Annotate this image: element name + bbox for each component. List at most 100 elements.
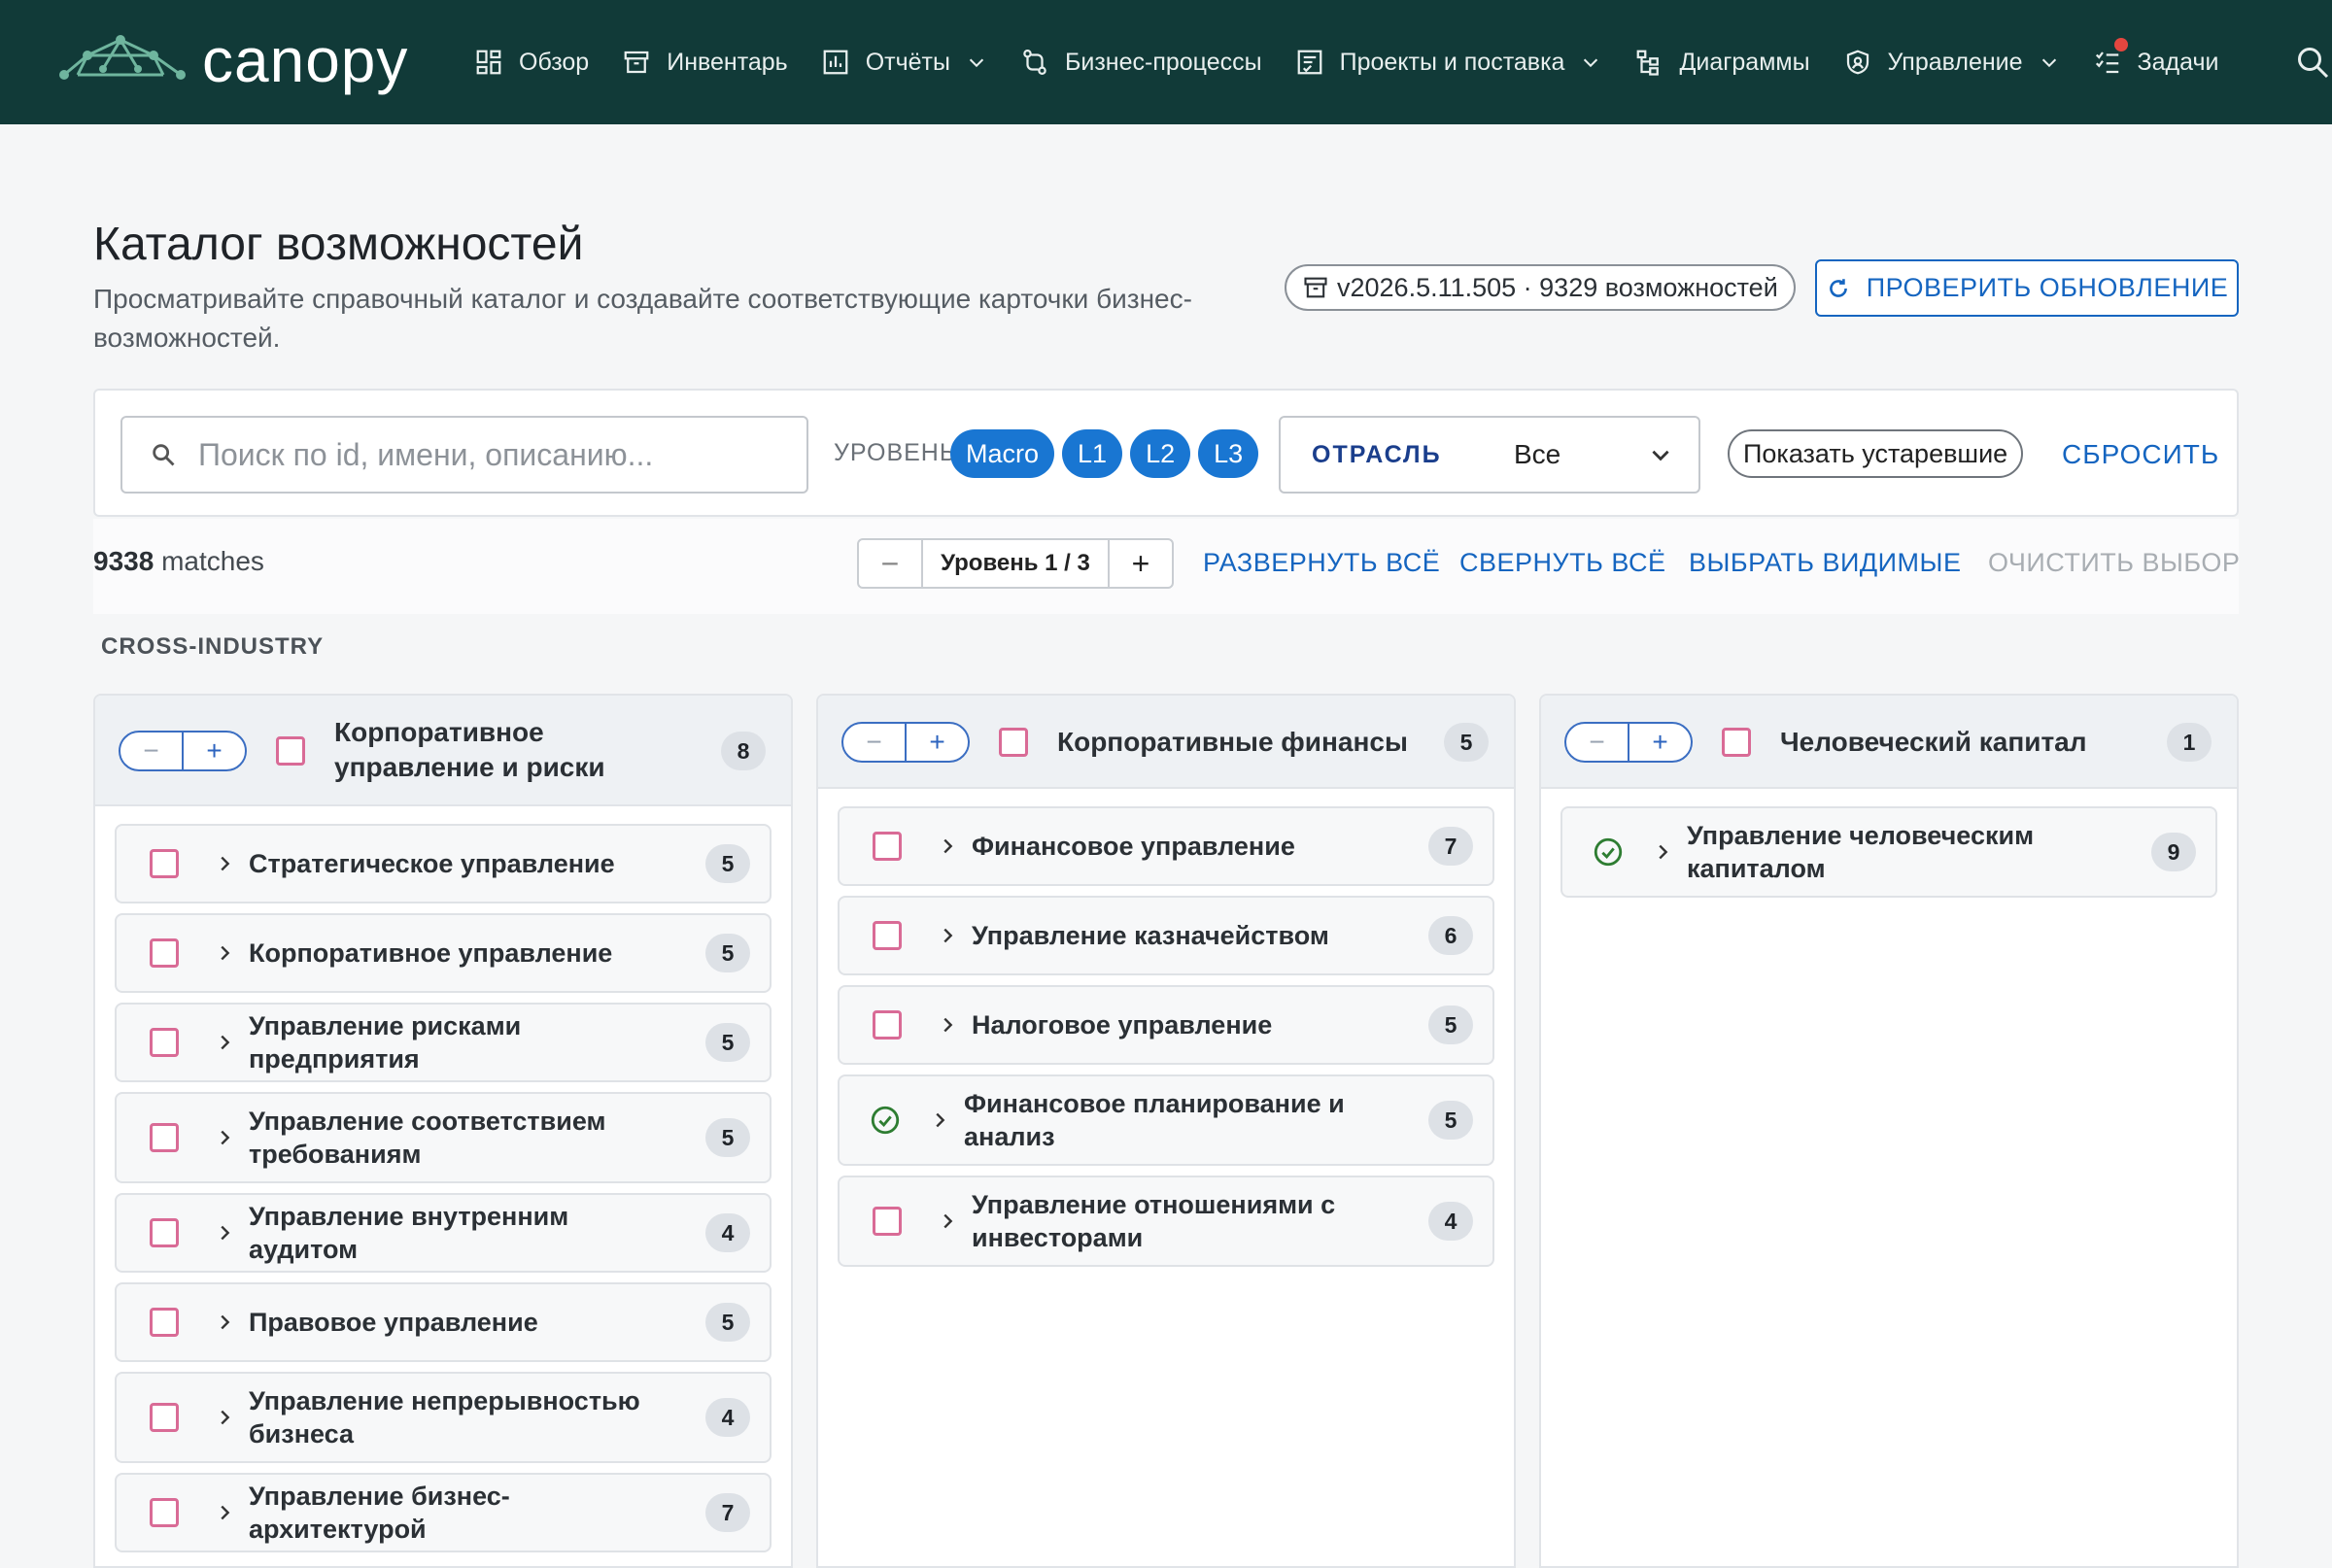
capability-row[interactable]: Корпоративное управление 5 [115,913,772,993]
nav-tasks[interactable]: Задачи [2093,38,2219,77]
capability-row[interactable]: Управление рисками предприятия 5 [115,1003,772,1082]
collapse-button[interactable]: − [1566,724,1629,761]
level-chip-macro[interactable]: Macro [950,429,1055,478]
chevron-right-icon[interactable] [1652,841,1673,863]
row-checkbox[interactable] [150,1123,179,1152]
capability-row[interactable]: Управление непрерывностью бизнеса 4 [115,1372,772,1463]
nav-inventory[interactable]: Инвентарь [622,48,788,77]
row-checkbox[interactable] [150,1403,179,1432]
catalog-search[interactable] [120,416,808,494]
catalog-version-badge: v2026.5.11.505 · 9329 возможностей [1285,264,1796,311]
reset-filters-link[interactable]: СБРОСИТЬ [2062,439,2219,470]
top-navbar: canopy Обзор Инвентарь Отчёты Бизнес-про… [0,0,2332,124]
chevron-right-icon[interactable] [937,1014,958,1036]
expand-button[interactable]: + [184,733,245,769]
row-label: Финансовое управление [972,832,1295,861]
capability-row[interactable]: Управление соответствием требованиям 5 [115,1092,772,1183]
count-badge: 5 [705,934,750,972]
row-checkbox[interactable] [873,1010,902,1040]
nav-overview[interactable]: Обзор [474,48,589,77]
count-badge: 6 [1428,916,1473,955]
level-increase-button[interactable]: + [1110,540,1172,587]
capability-row[interactable]: Стратегическое управление 5 [115,824,772,903]
nav-business-processes[interactable]: Бизнес-процессы [1020,48,1262,77]
check-circle-icon[interactable] [1592,835,1625,869]
search-input[interactable] [198,436,781,473]
count-badge: 4 [705,1398,750,1437]
capability-row[interactable]: Управление отношениями с инвесторами 4 [838,1176,1494,1267]
chevron-right-icon[interactable] [937,835,958,857]
capability-row[interactable]: Налоговое управление 5 [838,985,1494,1065]
expand-all-link[interactable]: РАЗВЕРНУТЬ ВСЁ [1203,548,1440,578]
industry-select[interactable]: ОТРАСЛЬ Все [1279,416,1700,494]
level-decrease-button[interactable]: − [859,540,921,587]
row-checkbox[interactable] [150,849,179,878]
logo-text: canopy [202,25,409,95]
row-checkbox[interactable] [873,921,902,950]
collapse-button[interactable]: − [120,733,184,769]
row-checkbox[interactable] [150,1028,179,1057]
expand-button[interactable]: + [1629,724,1691,761]
row-checkbox[interactable] [150,1218,179,1247]
chevron-right-icon[interactable] [214,1222,235,1244]
row-label: Управление внутренним аудитом [249,1202,569,1264]
capability-row[interactable]: Финансовое управление 7 [838,806,1494,886]
select-visible-link[interactable]: ВЫБРАТЬ ВИДИМЫЕ [1689,548,1961,578]
nav-reports[interactable]: Отчёты [821,48,987,77]
level-chip-l2[interactable]: L2 [1130,429,1191,478]
nav-projects[interactable]: Проекты и поставка [1295,48,1602,77]
nav-label: Бизнес-процессы [1064,48,1262,76]
capability-row[interactable]: Управление бизнес-архитектурой 7 [115,1473,772,1552]
capability-row[interactable]: Правовое управление 5 [115,1282,772,1362]
chevron-right-icon[interactable] [937,925,958,946]
row-checkbox[interactable] [873,832,902,861]
logo[interactable]: canopy [58,29,408,91]
level-stepper-value: Уровень 1 / 3 [921,540,1110,587]
show-obsolete-toggle[interactable]: Показать устаревшие [1728,429,2024,478]
page-title: Каталог возможностей [93,219,584,270]
level-chips: Macro L1 L2 L3 [950,429,1266,478]
row-checkbox[interactable] [150,1308,179,1337]
column-checkbox[interactable] [276,736,305,766]
page-subtitle: Просматривайте справочный каталог и созд… [93,284,1192,353]
search-icon[interactable] [2295,45,2330,80]
capability-row[interactable]: Финансовое планирование и анализ 5 [838,1074,1494,1166]
capability-row[interactable]: Управление внутренним аудитом 4 [115,1193,772,1273]
chevron-right-icon[interactable] [214,1032,235,1053]
row-label: Управление человеческим капиталом [1687,821,2035,883]
collapse-button[interactable]: − [843,724,907,761]
level-chip-l3[interactable]: L3 [1198,429,1259,478]
chevron-right-icon[interactable] [214,942,235,964]
chevron-right-icon[interactable] [214,1502,235,1523]
expand-button[interactable]: + [907,724,968,761]
nav-label: Обзор [519,48,590,76]
row-checkbox[interactable] [150,938,179,968]
capability-row[interactable]: Управление человеческим капиталом 9 [1560,806,2217,898]
check-circle-icon[interactable] [869,1104,902,1137]
row-checkbox[interactable] [873,1207,902,1236]
chevron-right-icon[interactable] [214,853,235,874]
count-badge: 8 [721,732,766,770]
capability-column: − + Корпоративное управление и риски 8 С… [93,694,793,1568]
count-badge: 4 [1428,1202,1473,1241]
level-chip-l1[interactable]: L1 [1062,429,1123,478]
chevron-right-icon[interactable] [929,1109,950,1131]
filter-panel: УРОВЕНЬ Macro L1 L2 L3 ОТРАСЛЬ Все Показ… [93,389,2239,517]
chevron-right-icon[interactable] [937,1210,958,1232]
nav-label: Задачи [2137,48,2219,76]
collapse-all-link[interactable]: СВЕРНУТЬ ВСЁ [1459,548,1666,578]
chevron-right-icon[interactable] [214,1127,235,1148]
row-label: Управление отношениями с инвесторами [972,1190,1336,1252]
column-checkbox[interactable] [999,728,1028,757]
row-checkbox[interactable] [150,1498,179,1527]
matches-count: 9338 matches [93,546,264,577]
check-update-button[interactable]: ПРОВЕРИТЬ ОБНОВЛЕНИЕ [1815,259,2239,317]
capability-row[interactable]: Управление казначейством 6 [838,896,1494,975]
chevron-right-icon[interactable] [214,1312,235,1333]
nav-governance[interactable]: Управление [1843,48,2060,77]
nav-diagrams[interactable]: Диаграммы [1634,48,1810,77]
column-title: Корпоративное управление и риски [334,717,605,782]
chevron-right-icon[interactable] [214,1407,235,1428]
industry-label: ОТРАСЛЬ [1312,440,1442,468]
column-checkbox[interactable] [1722,728,1751,757]
